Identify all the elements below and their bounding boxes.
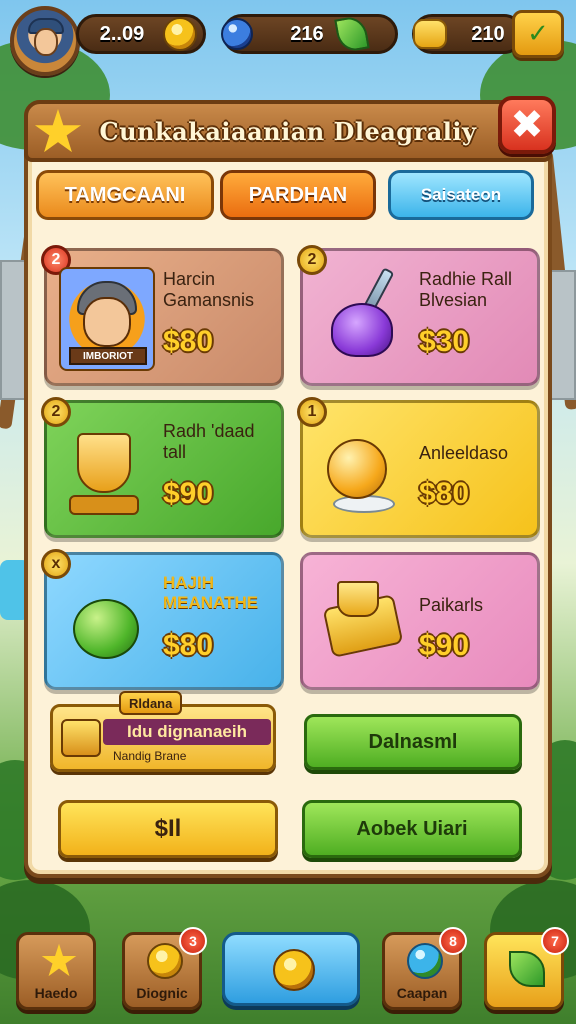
item-price: $90 (419, 629, 470, 662)
melon-icon (59, 571, 155, 675)
shop-item-card[interactable]: 2 Radh 'daad tall $90 (41, 397, 284, 538)
promo-tag: Rldana (119, 691, 183, 715)
gems-value: 216 (290, 22, 324, 45)
shop-item-card[interactable]: 2 Radhie Rall Blvesian $30 (297, 245, 540, 386)
coins-value: 2..09 (99, 22, 145, 45)
gold-value: 210 (471, 22, 505, 45)
shop-item-card[interactable]: 2 IMBORIOT Harcin Gamansnis $80 (41, 245, 284, 386)
coin-icon (163, 17, 197, 51)
check-icon: ✓ (527, 19, 549, 49)
notification-badge: 3 (179, 927, 207, 955)
coins-counter[interactable]: 2..09 (76, 14, 206, 54)
compass-icon (273, 949, 315, 991)
nav-coins-button[interactable]: Diognic 3 (122, 927, 207, 1010)
hero-banner-label: IMBORIOT (69, 347, 147, 365)
item-price: $80 (419, 477, 470, 510)
item-name: HAJIH MEANATHE (163, 573, 259, 612)
star-icon (41, 943, 77, 977)
panel-title: Cunkakaiaanian Dleagraliy (99, 116, 477, 146)
tab-first[interactable]: TAMGCAANI (36, 170, 214, 220)
notification-badge: 7 (541, 927, 569, 955)
nav-label: Diognic (136, 985, 188, 1001)
avatar-face (34, 28, 58, 56)
item-name: Radh 'daad tall (163, 421, 255, 462)
tab-third[interactable]: Saisateon (388, 170, 534, 220)
confirm-check-button[interactable]: ✓ (512, 10, 564, 58)
gold-bars-icon (61, 719, 101, 757)
tab-label: PARDHAN (248, 183, 348, 206)
shop-panel: Cunkakaiaanian Dleagraliy ✖ TAMGCAANI PA… (24, 96, 556, 878)
item-name: Radhie Rall Blvesian (419, 269, 513, 310)
orb-icon (315, 419, 411, 523)
tab-label: TAMGCAANI (64, 183, 186, 206)
hero-portrait-icon: IMBORIOT (59, 267, 155, 371)
item-price: $90 (163, 477, 214, 510)
promo-title: Idu dignanaeih (103, 719, 271, 745)
tab-label: Saisateon (420, 185, 502, 204)
shop-item-card[interactable]: Paikarls $90 (300, 552, 540, 690)
player-avatar[interactable] (10, 6, 80, 76)
gold-treasure-icon (315, 571, 411, 675)
ask-button[interactable]: Aobek Uiari (302, 800, 522, 858)
close-button[interactable]: ✖ (498, 96, 556, 154)
nav-label: Caapan (396, 985, 448, 1001)
promo-offer[interactable]: Rldana Idu dignanaeih Nandig Brane (50, 691, 276, 772)
close-icon: ✖ (510, 102, 544, 148)
nav-leaf-button[interactable]: 7 (484, 927, 569, 1010)
nav-label: Haedo (34, 985, 78, 1001)
potion-icon (315, 267, 411, 371)
leaf-icon (509, 951, 545, 987)
top-hud: 2..09 216 210 ✓ (8, 6, 568, 76)
item-price: $80 (163, 325, 214, 358)
gold-icon (413, 19, 447, 49)
gems-counter[interactable]: 216 (221, 14, 398, 54)
shop-item-card[interactable]: 1 Anleeldaso $80 (297, 397, 540, 538)
globe-icon (407, 943, 443, 979)
leaf-icon (334, 14, 370, 54)
trophy-icon (59, 419, 155, 523)
item-price: $30 (419, 325, 470, 358)
nav-globe-button[interactable]: Caapan 8 (382, 927, 467, 1010)
gold-counter[interactable]: 210 (412, 14, 524, 54)
pay-button[interactable]: $Il (58, 800, 278, 858)
promo-subtitle: Nandig Brane (113, 749, 187, 763)
item-name: Paikarls (419, 595, 484, 615)
item-price: $80 (163, 629, 214, 662)
shop-item-card[interactable]: x HAJIH MEANATHE $80 (41, 549, 284, 690)
pay-button-label: $Il (154, 815, 182, 842)
ask-button-label: Aobek Uiari (356, 817, 468, 840)
daily-button-label: Dalnasml (368, 730, 458, 753)
item-name: Anleeldaso (419, 443, 509, 463)
nav-home-button[interactable]: Haedo (16, 932, 96, 1010)
notification-badge: 8 (439, 927, 467, 955)
tab-second[interactable]: PARDHAN (220, 170, 376, 220)
coin-icon (147, 943, 183, 979)
item-name: Harcin Gamansnis (163, 269, 255, 310)
gem-icon (221, 18, 253, 50)
daily-button[interactable]: Dalnasml (304, 714, 522, 770)
nav-center-button[interactable] (222, 932, 360, 1006)
panel-title-bar: Cunkakaiaanian Dleagraliy (24, 100, 552, 162)
